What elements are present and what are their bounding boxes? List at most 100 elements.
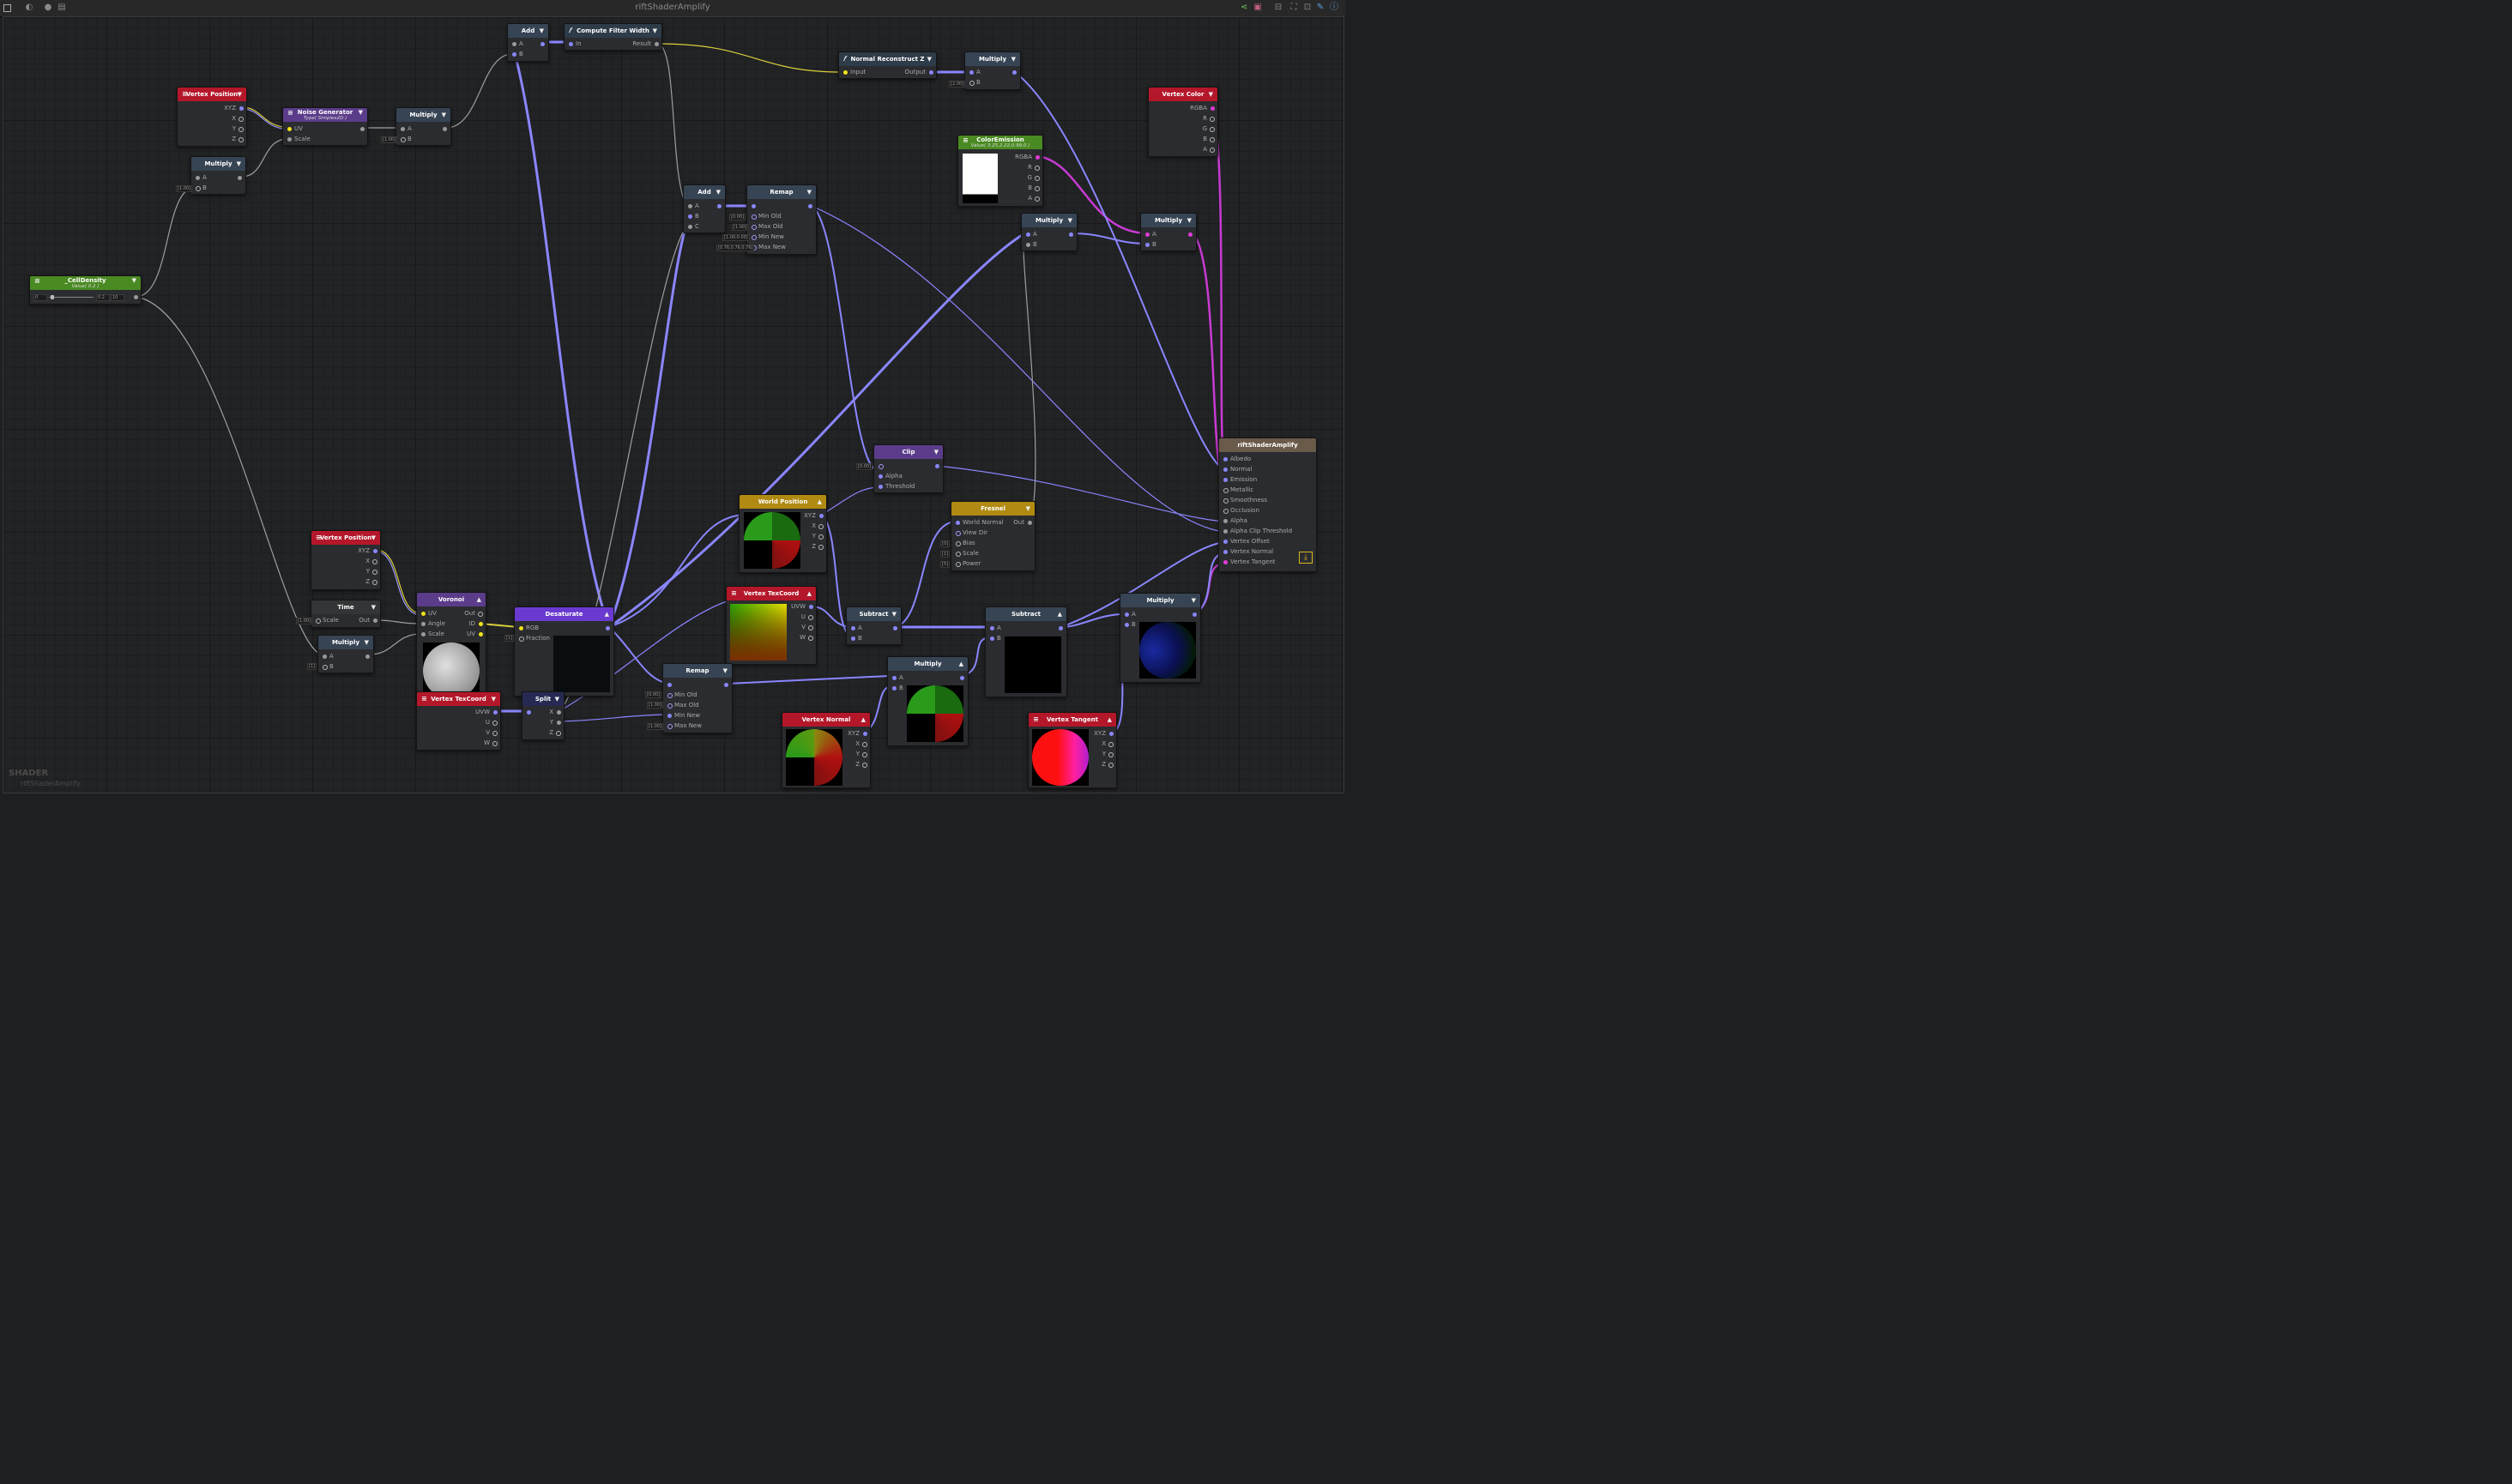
- vertex-position-node[interactable]: ≡ Vertex Position ▼ XYZ X Y Z: [311, 530, 381, 590]
- collapse-icon[interactable]: ▼: [359, 108, 363, 118]
- output-port[interactable]: [372, 580, 377, 585]
- collapse-icon[interactable]: ▼: [927, 52, 932, 66]
- output-port[interactable]: [239, 127, 244, 132]
- compute-filter-width-node[interactable]: 𝑓 Compute Filter Width ▼ In Result: [564, 23, 662, 51]
- node-header[interactable]: Multiply ▼: [318, 636, 373, 649]
- output-port[interactable]: [724, 683, 728, 687]
- default-value-field[interactable]: [0.00]: [856, 463, 873, 470]
- vertex-color-node[interactable]: Vertex Color ▼ RGBA R G B A: [1148, 87, 1218, 157]
- collapse-icon[interactable]: ▼: [540, 24, 544, 38]
- default-value-field[interactable]: [1.00,0.00]: [722, 234, 750, 241]
- vertex-normal-node[interactable]: Vertex Normal ▲ XYZ X Y Z: [782, 712, 871, 788]
- input-port[interactable]: [667, 683, 672, 687]
- output-port[interactable]: [365, 655, 370, 659]
- menu-icon[interactable]: ≡: [316, 531, 322, 545]
- output-port[interactable]: [935, 464, 939, 468]
- input-port[interactable]: [1223, 529, 1228, 534]
- output-port[interactable]: [1210, 117, 1215, 122]
- multiply-node[interactable]: Multiply ▼ A B: [1140, 213, 1197, 251]
- collapse-icon[interactable]: ▼: [1192, 594, 1196, 607]
- input-port[interactable]: [401, 137, 406, 142]
- node-header[interactable]: 𝑓 Compute Filter Width ▼: [565, 24, 661, 38]
- input-port[interactable]: [667, 724, 673, 729]
- input-port[interactable]: [990, 626, 994, 630]
- multiply-node[interactable]: Multiply ▼ A B: [1120, 593, 1201, 683]
- node-header[interactable]: Time ▼: [311, 600, 380, 614]
- output-port[interactable]: [492, 721, 498, 726]
- output-port[interactable]: [239, 137, 244, 142]
- desaturate-node[interactable]: Desaturate ▲ RGB Fraction: [514, 606, 614, 697]
- collapse-icon[interactable]: ▼: [653, 24, 657, 38]
- add-node[interactable]: Add ▼ A B: [507, 23, 549, 62]
- node-header[interactable]: Remap ▼: [663, 664, 732, 678]
- input-port[interactable]: [752, 225, 757, 230]
- output-port[interactable]: [1035, 196, 1040, 202]
- default-value-field[interactable]: [5]: [940, 561, 951, 568]
- vertex-texcoord-node[interactable]: ≡ Vertex TexCoord ▼ UVW U V W: [416, 691, 501, 751]
- noise-generator-node[interactable]: ≡ Noise Generator Type( Simplex2D ) ▼ UV Sc…: [282, 107, 368, 146]
- output-port[interactable]: [492, 731, 498, 736]
- output-port[interactable]: [1012, 70, 1017, 75]
- output-port[interactable]: [493, 710, 498, 715]
- input-port[interactable]: [688, 225, 692, 229]
- collapse-icon[interactable]: ▲: [959, 657, 963, 671]
- add-node[interactable]: Add ▼ A B C: [683, 184, 726, 233]
- output-port[interactable]: [808, 615, 813, 620]
- output-port[interactable]: [1210, 127, 1215, 132]
- collapse-icon[interactable]: ▼: [371, 531, 376, 545]
- input-port[interactable]: [1145, 243, 1150, 247]
- node-header[interactable]: ≡ Vertex TexCoord ▲: [727, 587, 816, 600]
- default-value-field[interactable]: [1]: [504, 635, 515, 642]
- node-header[interactable]: Subtract ▲: [986, 607, 1066, 621]
- default-value-field[interactable]: [1.00]: [647, 723, 664, 730]
- default-value-field[interactable]: [0]: [940, 540, 951, 547]
- slider-value-field[interactable]: 0.2: [96, 294, 110, 301]
- input-port[interactable]: [1223, 498, 1229, 504]
- collapse-icon[interactable]: ▼: [1068, 214, 1072, 227]
- input-port[interactable]: [1223, 550, 1228, 554]
- output-port[interactable]: [239, 106, 244, 111]
- output-port[interactable]: [1108, 752, 1114, 757]
- output-port[interactable]: [808, 204, 812, 208]
- collapse-icon[interactable]: ▼: [723, 664, 728, 678]
- input-port[interactable]: [401, 127, 405, 131]
- share-icon[interactable]: ⋖: [1239, 3, 1249, 13]
- normal-reconstruct-node[interactable]: 𝑓 Normal Reconstruct Z ▼ Input Output: [838, 51, 937, 79]
- output-port[interactable]: [1059, 626, 1063, 630]
- input-port[interactable]: [851, 626, 855, 630]
- output-port[interactable]: [863, 732, 867, 736]
- voronoi-node[interactable]: Voronoi ▲ UV Angle Scale Out ID UV: [416, 592, 486, 697]
- node-header[interactable]: Multiply ▼: [1141, 214, 1196, 227]
- input-port[interactable]: [1125, 623, 1129, 627]
- default-value-field[interactable]: [1.00]: [732, 224, 749, 231]
- menu-icon[interactable]: ≡: [731, 587, 737, 600]
- slider-max-field[interactable]: 10: [111, 294, 124, 301]
- node-header[interactable]: Remap ▼: [747, 185, 816, 199]
- node-header[interactable]: Add ▼: [684, 185, 725, 199]
- output-port[interactable]: [862, 752, 867, 757]
- output-port[interactable]: [540, 42, 545, 46]
- node-header[interactable]: riftShaderAmplify: [1219, 438, 1316, 452]
- collapse-icon[interactable]: ▼: [1209, 87, 1213, 101]
- color-emission-node[interactable]: ≡ ColorEmission Value( 3.25,2.22,0.99,0 ) …: [957, 135, 1043, 207]
- pin-icon[interactable]: ✎: [1315, 3, 1325, 13]
- input-port[interactable]: [1223, 488, 1229, 493]
- output-port[interactable]: [373, 618, 377, 623]
- menu-icon[interactable]: ≡: [421, 692, 427, 706]
- collapse-icon[interactable]: ▼: [1187, 214, 1192, 227]
- input-port[interactable]: [879, 464, 884, 469]
- input-port[interactable]: [1145, 232, 1150, 237]
- collapse-icon[interactable]: ▼: [492, 692, 496, 706]
- default-value-field[interactable]: [0.00]: [645, 691, 662, 698]
- output-port[interactable]: [556, 731, 561, 736]
- input-port[interactable]: [421, 622, 426, 626]
- node-header[interactable]: Vertex Color ▼: [1149, 87, 1217, 101]
- collapse-icon[interactable]: ▼: [555, 692, 559, 706]
- subtract-node[interactable]: Subtract ▲ A B: [985, 606, 1067, 697]
- collapse-icon[interactable]: ▼: [807, 185, 812, 199]
- node-header[interactable]: Vertex Normal ▲: [782, 713, 870, 727]
- save-icon[interactable]: ⤓: [1299, 552, 1313, 564]
- output-port[interactable]: [818, 545, 824, 550]
- input-port[interactable]: [667, 703, 673, 709]
- collapse-icon[interactable]: ▼: [934, 445, 939, 459]
